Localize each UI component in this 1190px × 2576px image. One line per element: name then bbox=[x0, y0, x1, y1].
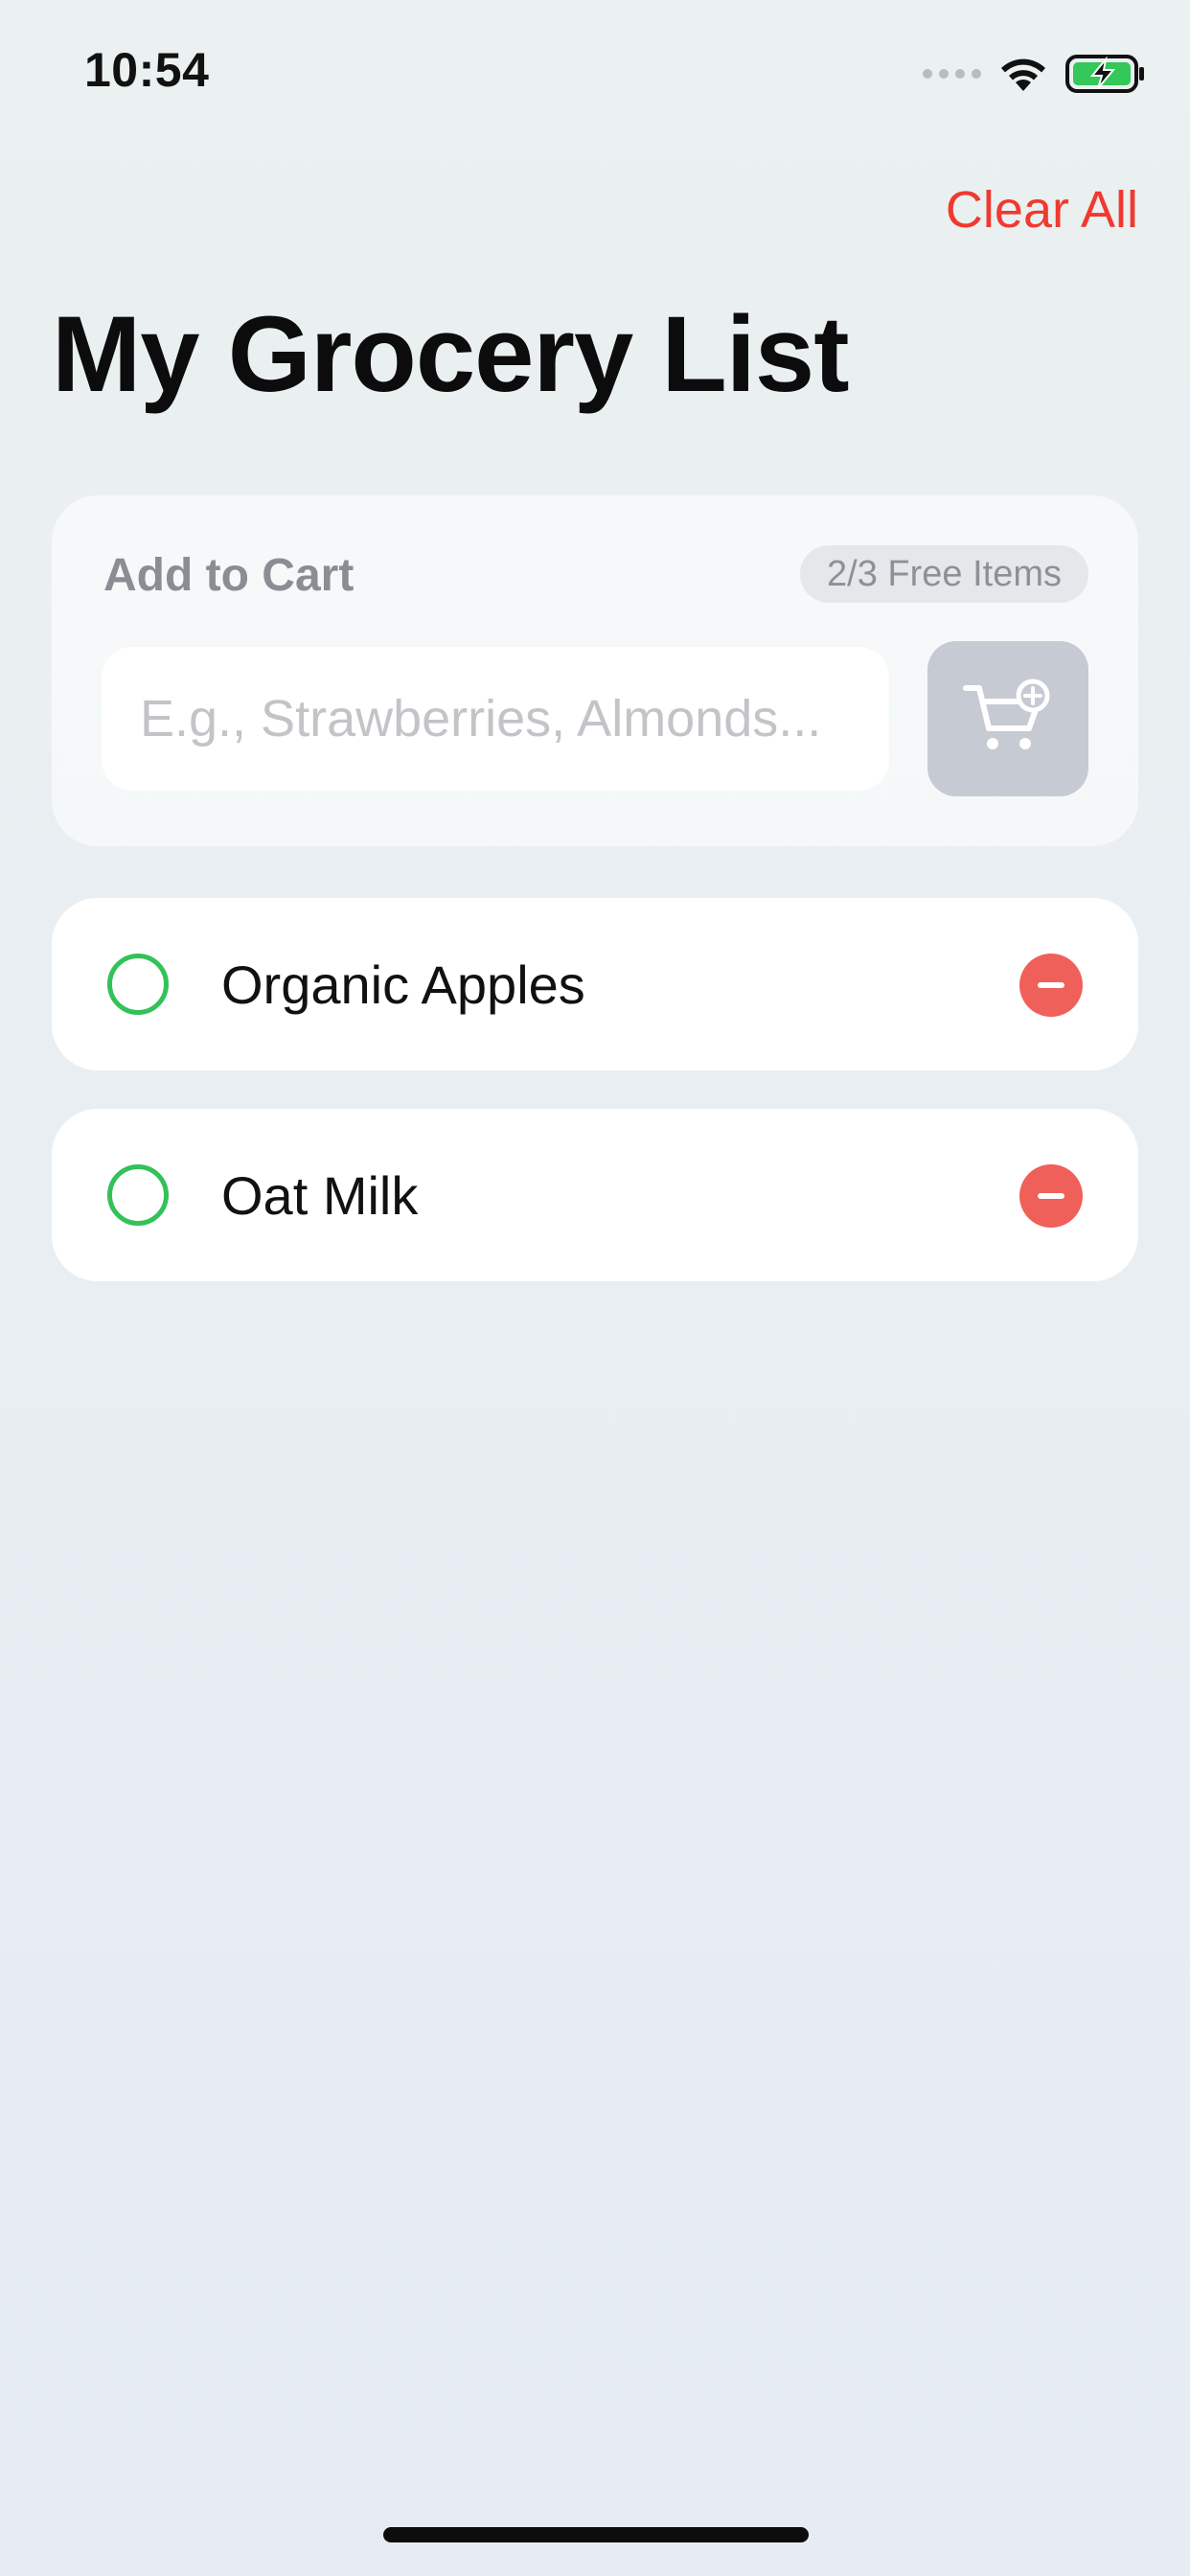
home-indicator[interactable] bbox=[383, 2527, 809, 2542]
check-circle-icon[interactable] bbox=[107, 1164, 169, 1226]
grocery-list: Organic Apples Oat Milk bbox=[52, 898, 1138, 1320]
add-to-cart-button[interactable] bbox=[927, 641, 1088, 796]
page-title: My Grocery List bbox=[52, 294, 850, 414]
status-time: 10:54 bbox=[84, 43, 210, 97]
item-name-input[interactable] bbox=[102, 647, 889, 791]
add-item-card: Add to Cart 2/3 Free Items bbox=[52, 495, 1138, 846]
status-bar: 10:54 bbox=[0, 0, 1190, 144]
cart-plus-icon bbox=[963, 678, 1050, 749]
free-items-badge: 2/3 Free Items bbox=[800, 545, 1088, 603]
signal-dots-icon bbox=[923, 69, 981, 79]
item-label: Oat Milk bbox=[221, 1164, 419, 1226]
remove-item-button[interactable] bbox=[1019, 954, 1083, 1017]
list-item: Oat Milk bbox=[52, 1109, 1138, 1281]
remove-item-button[interactable] bbox=[1019, 1164, 1083, 1228]
battery-charging-icon bbox=[1065, 55, 1144, 93]
check-circle-icon[interactable] bbox=[107, 954, 169, 1015]
add-to-cart-label: Add to Cart bbox=[103, 550, 355, 601]
wifi-icon bbox=[1001, 58, 1045, 91]
clear-all-button[interactable]: Clear All bbox=[946, 180, 1138, 240]
item-label: Organic Apples bbox=[221, 954, 585, 1015]
status-icons bbox=[923, 50, 1146, 98]
list-item: Organic Apples bbox=[52, 898, 1138, 1070]
